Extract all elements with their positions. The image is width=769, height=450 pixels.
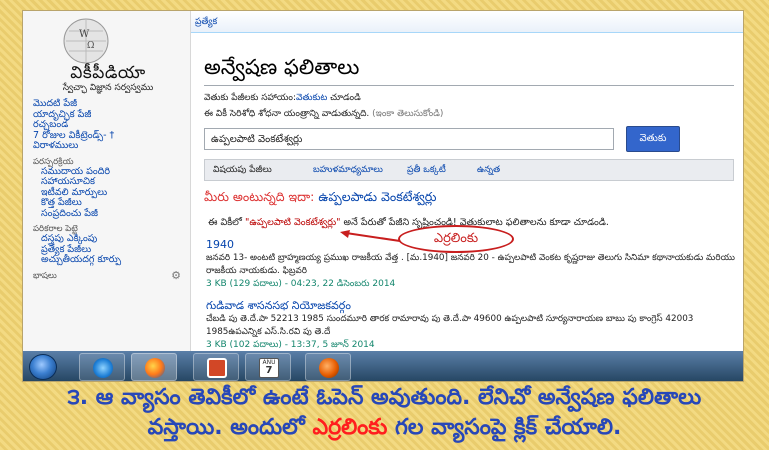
- start-button[interactable]: [29, 354, 57, 380]
- powerpoint-icon: [207, 358, 227, 378]
- title-divider: [204, 85, 734, 86]
- instruction-caption: ౩. ఆ వ్యాసం తెవికీలో ఉంటే ఓపెన్ అవుతుంది…: [0, 383, 769, 443]
- taskbar-calendar-button[interactable]: ANU 7: [245, 353, 291, 381]
- sidebar-section-interaction[interactable]: పరస్పరక్రియ: [33, 157, 185, 167]
- filter-multimedia[interactable]: బహుళమాధ్యమాలు: [313, 165, 383, 177]
- taskbar-firefox-button[interactable]: [131, 353, 177, 381]
- create-page-line: ఈ వికీలో "ఉప్పలపాటి వెంకటేశ్వర్లు" అనే ప…: [208, 217, 609, 230]
- page-title: అన్వేషణ ఫలితాలు: [204, 55, 360, 79]
- did-you-mean-link[interactable]: ఉప్పలపాడు వెంకటేశ్వర్లు: [318, 189, 436, 204]
- learn-more-link[interactable]: (ఇంకా తెలుసుకోండి): [372, 109, 443, 119]
- browser-screenshot: W Ω వికీపీడియా స్వేచ్ఛా విజ్ఞాన సర్వస్వమ…: [22, 10, 744, 382]
- search-engine-note: ఈ వికీ సెరిశోధి శోధనా యంత్రాన్ని వాడుతున…: [204, 109, 443, 121]
- calendar-day: 7: [265, 365, 273, 376]
- caption-line-1: ౩. ఆ వ్యాసం తెవికీలో ఉంటే ఓపెన్ అవుతుంది…: [67, 385, 702, 410]
- globe-app-icon: [319, 358, 339, 378]
- annotation-arrow-icon: [340, 230, 401, 242]
- page-frame: W Ω వికీపీడియా స్వేచ్ఛా విజ్ఞాన సర్వస్వమ…: [0, 0, 769, 450]
- help-prefix: వెతుకు పేజీలకు సహాయం:: [204, 93, 297, 103]
- filter-advanced[interactable]: ఉన్నత: [477, 165, 500, 177]
- filter-everything[interactable]: ప్రతీ ఒక్కటీ: [407, 165, 446, 177]
- sidebar-interaction-list: సముదాయ పందిరి సహాయసూచిక ఇటీవలి మార్పులు …: [33, 166, 185, 220]
- search-button[interactable]: వెతుకు: [626, 126, 680, 152]
- search-filter-bar: విషయపు పేజీలు బహుళమాధ్యమాలు ప్రతీ ఒక్కటీ…: [204, 159, 734, 181]
- result-title[interactable]: 1940: [206, 238, 234, 251]
- wikipedia-globe-logo[interactable]: W Ω: [55, 15, 117, 65]
- sidebar-item-main-page[interactable]: మొదటి పేజీ: [33, 98, 185, 110]
- filter-content-pages[interactable]: విషయపు పేజీలు: [213, 165, 272, 177]
- sidebar-item-upload[interactable]: దస్త్రపు ఎక్కింపు: [41, 233, 185, 245]
- sidebar-item-help[interactable]: సహాయసూచిక: [41, 176, 185, 188]
- main-content: అన్వేషణ ఫలితాలు వెతుకు పేజీలకు సహాయం:వెత…: [198, 33, 738, 351]
- search-input[interactable]: ఉప్పలపాటి వెంకటేశ్వర్లు: [204, 128, 614, 150]
- gear-icon[interactable]: ⚙: [171, 270, 181, 281]
- search-help-line: వెతుకు పేజీలకు సహాయం:వెతుకుట చూడండి: [204, 93, 361, 105]
- sidebar-nav: మొదటి పేజీ యాదృచ్ఛిక పేజీ రచ్చబండ 7 రోజు…: [33, 98, 185, 281]
- did-you-mean: మీరు అంటున్నది ఇదా: ఉప్పలపాడు వెంకటేశ్వర…: [204, 189, 436, 208]
- did-you-mean-prefix: మీరు అంటున్నది ఇదా:: [204, 189, 319, 204]
- wiki-sidebar: W Ω వికీపీడియా స్వేచ్ఛా విజ్ఞాన సర్వస్వమ…: [23, 11, 191, 351]
- taskbar-ie-button[interactable]: [79, 353, 125, 381]
- taskbar-app-button[interactable]: [305, 353, 351, 381]
- calendar-icon: ANU 7: [259, 358, 279, 378]
- languages-label: భాషలు: [33, 270, 57, 281]
- caption-text-b: గల వ్యాసంపై క్లిక్ చేయాలి.: [387, 415, 622, 440]
- svg-text:W: W: [79, 29, 90, 40]
- windows-taskbar: ANU 7: [23, 351, 743, 381]
- internet-explorer-icon: [93, 358, 113, 378]
- taskbar-powerpoint-button[interactable]: [193, 353, 239, 381]
- red-link-callout: ఎర్రలింకు: [398, 225, 514, 253]
- result-snippet: చేబడి పు తె.దే.పా 52213 1985 సుందమూరి తా…: [206, 314, 694, 337]
- wiki-tagline: స్వేచ్ఛా విజ్ఞాన సర్వస్వము: [62, 83, 154, 93]
- sidebar-item-new-pages[interactable]: కొత్త పేజీలు: [41, 197, 185, 209]
- tab-special[interactable]: ప్రత్యేక: [195, 17, 217, 29]
- sidebar-item-printable[interactable]: అచ్చుతీయదగ్గ కూర్పు: [41, 254, 185, 266]
- sidebar-section-languages[interactable]: భాషలు ⚙: [33, 270, 185, 281]
- page-tabs: ప్రత్యేక: [191, 11, 743, 33]
- result-snippet: జనవరి 13- అంటటి బ్రాహ్మణయ్య ప్రముఖ రాజకీ…: [206, 253, 735, 276]
- firefox-icon: [145, 358, 165, 378]
- result-meta: 3 KB (129 పదాలు) - 04:23, 22 డిసెంబరు 20…: [206, 279, 396, 289]
- sidebar-tools-list: దస్త్రపు ఎక్కింపు ప్రత్యేక పేజీలు అచ్చుత…: [33, 233, 185, 266]
- create-prefix: ఈ వికీలో: [208, 217, 245, 228]
- help-link[interactable]: వెతుకుట: [296, 93, 327, 103]
- sidebar-item-contact[interactable]: సంప్రదించు పేజీ: [41, 208, 185, 220]
- caption-red-link-word: ఎర్రలింకు: [312, 415, 388, 440]
- caption-line-2: వస్తాయి. అందులో ఎర్రలింకు గల వ్యాసంపై క్…: [0, 413, 769, 443]
- note-text: ఈ వికీ సెరిశోధి శోధనా యంత్రాన్ని వాడుతున…: [204, 109, 373, 119]
- sidebar-item-village-pump[interactable]: రచ్చబండ: [33, 119, 185, 131]
- svg-text:Ω: Ω: [87, 41, 94, 51]
- sidebar-item-donate[interactable]: విరాళములు: [33, 140, 185, 152]
- red-link[interactable]: "ఉప్పలపాటి వెంకటేశ్వర్లు": [245, 217, 341, 228]
- help-suffix: చూడండి: [327, 93, 361, 103]
- caption-text-a: వస్తాయి. అందులో: [147, 415, 313, 440]
